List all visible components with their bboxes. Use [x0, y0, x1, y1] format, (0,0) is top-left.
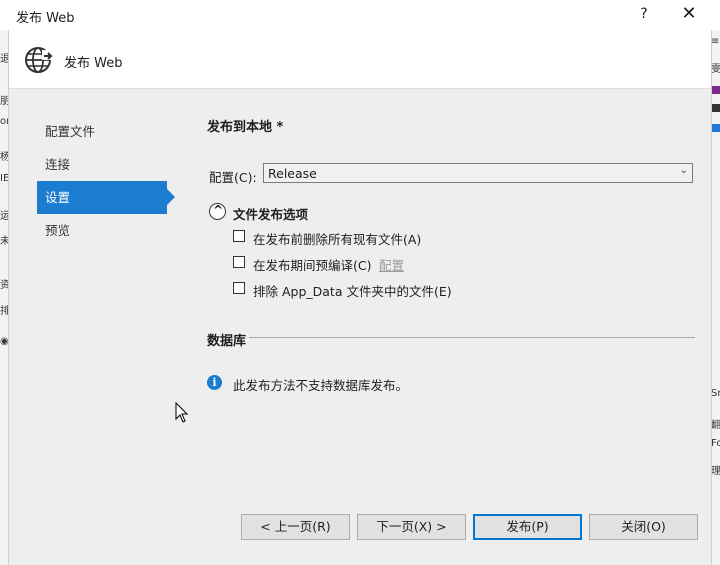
bg-right-text: 雯	[711, 64, 720, 75]
chevron-down-icon: ⌄	[679, 165, 688, 176]
configuration-value: Release	[268, 166, 317, 181]
section-title: 发布到本地 *	[207, 120, 284, 135]
help-button[interactable]: ?	[634, 6, 654, 22]
mouse-cursor-icon	[175, 402, 189, 423]
bg-right-text: 理	[711, 466, 720, 477]
next-button[interactable]: 下一页(X) >	[357, 514, 466, 540]
bg-right-text: Fo	[711, 438, 720, 449]
bg-left-text: 未	[0, 236, 8, 247]
bg-left-text: 朋	[0, 96, 8, 107]
bg-right-swatch	[712, 86, 720, 94]
nav-item-preview[interactable]: 预览	[37, 214, 177, 247]
nav-item-connection[interactable]: 连接	[37, 148, 177, 181]
wizard-nav: 配置文件 连接 设置 预览	[37, 115, 177, 247]
bg-left-text: 运	[0, 211, 8, 222]
bg-right-text: Sr	[711, 388, 720, 399]
precompile-label: 在发布期间预编译(C)	[253, 258, 372, 273]
precompile-checkbox[interactable]	[233, 256, 245, 268]
bg-right-swatch	[712, 124, 720, 132]
chevron-up-icon: ^	[213, 203, 224, 217]
configuration-label: 配置(C):	[209, 170, 257, 185]
bg-right-swatch	[712, 104, 720, 112]
bg-right-text: ≡	[711, 36, 720, 47]
database-info-text: 此发布方法不支持数据库发布。	[233, 378, 409, 393]
bg-left-text: 资	[0, 280, 8, 291]
publish-button[interactable]: 发布(P)	[473, 514, 582, 540]
configuration-select[interactable]: Release ⌄	[263, 163, 693, 183]
background-window-left-edge: 退 朋 or 杨 IE 运 未 资 排 ◉	[0, 30, 8, 565]
collapse-toggle-button[interactable]: ^	[209, 203, 226, 220]
window-title-bar[interactable]: 发布 Web ? ✕	[0, 0, 720, 30]
publish-web-dialog: 发布 Web 配置文件 连接 设置 预览 发布到本地 * 配置(C): Rele…	[8, 30, 712, 565]
globe-publish-icon	[25, 47, 54, 73]
nav-item-settings[interactable]: 设置	[37, 181, 175, 214]
delete-existing-files-label: 在发布前删除所有现有文件(A)	[253, 232, 422, 247]
info-icon: i	[207, 375, 222, 390]
bg-left-text: 排	[0, 306, 8, 317]
bg-left-text: 杨	[0, 152, 8, 163]
previous-button[interactable]: < 上一页(R)	[241, 514, 350, 540]
database-section-title: 数据库	[207, 334, 247, 349]
exclude-app-data-checkbox[interactable]	[233, 282, 245, 294]
exclude-app-data-label: 排除 App_Data 文件夹中的文件(E)	[253, 284, 452, 299]
nav-item-profile[interactable]: 配置文件	[37, 115, 177, 148]
window-title: 发布 Web	[16, 11, 75, 26]
database-divider	[249, 337, 695, 338]
bg-left-text: IE	[0, 173, 8, 184]
dialog-header-title: 发布 Web	[64, 56, 123, 71]
bg-left-text: 退	[0, 54, 8, 65]
bg-right-text: 翻	[711, 420, 720, 431]
bg-left-text: or	[0, 116, 8, 127]
file-publish-options-title: 文件发布选项	[233, 207, 309, 222]
delete-existing-files-checkbox[interactable]	[233, 230, 245, 242]
settings-panel: 发布到本地 * 配置(C): Release ⌄ ^ 文件发布选项 在发布前删除…	[207, 30, 697, 565]
bg-left-text: ◉	[0, 336, 8, 347]
close-button[interactable]: 关闭(O)	[589, 514, 698, 540]
close-window-button[interactable]: ✕	[676, 3, 702, 24]
precompile-configure-link[interactable]: 配置	[379, 255, 404, 274]
